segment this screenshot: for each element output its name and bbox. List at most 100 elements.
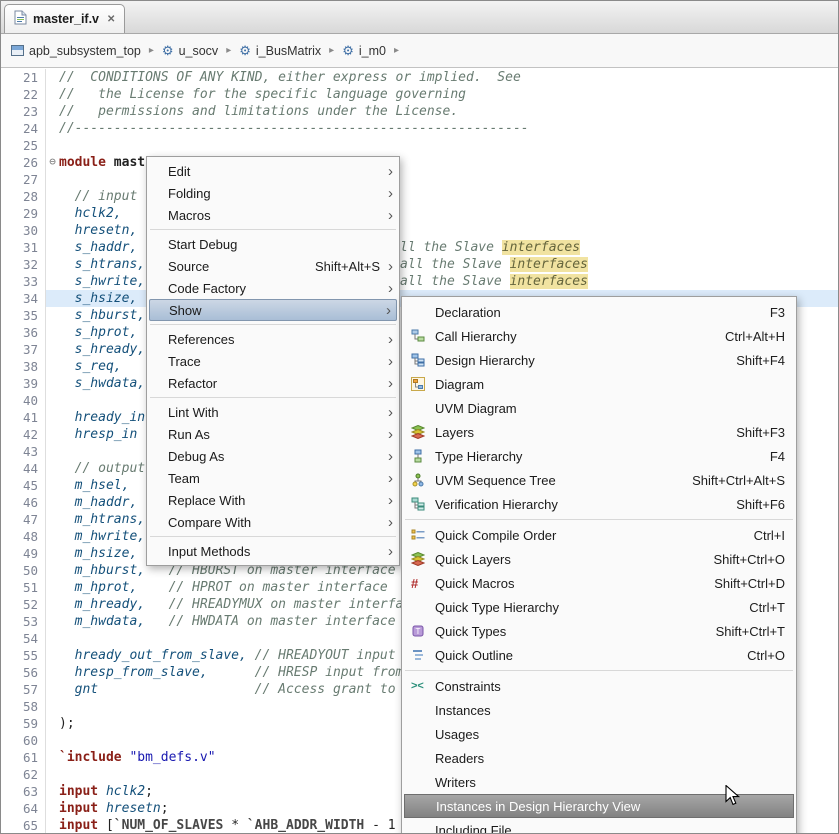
code-text[interactable]: hresetn, xyxy=(59,222,137,239)
menu-item-replace-with[interactable]: Replace With› xyxy=(148,489,398,511)
menu-item-label: Debug As xyxy=(168,449,224,464)
menu-item-run-as[interactable]: Run As› xyxy=(148,423,398,445)
breadcrumb-item-u-socv[interactable]: ⚙u_socv xyxy=(162,44,218,58)
menu-item-quick-types[interactable]: TQuick TypesShift+Ctrl+T xyxy=(403,619,795,643)
menu-item-constraints[interactable]: ><Constraints xyxy=(403,674,795,698)
breadcrumb-item-i-m0[interactable]: ⚙i_m0 xyxy=(342,44,386,58)
code-text[interactable]: m_hwrite, xyxy=(59,528,145,545)
menu-item-debug-as[interactable]: Debug As› xyxy=(148,445,398,467)
menu-item-refactor[interactable]: Refactor› xyxy=(148,372,398,394)
editor-tab[interactable]: master_if.v ✕ xyxy=(4,4,125,33)
menu-item-readers[interactable]: Readers xyxy=(403,746,795,770)
menu-item-folding[interactable]: Folding› xyxy=(148,182,398,204)
code-text[interactable]: // output xyxy=(59,460,145,477)
menu-item-quick-type-hierarchy[interactable]: Quick Type HierarchyCtrl+T xyxy=(403,595,795,619)
code-text[interactable]: input hclk2; xyxy=(59,783,153,800)
menu-shortcut: F3 xyxy=(770,305,785,320)
code-text[interactable]: // permissions and limitations under the… xyxy=(59,103,458,120)
code-text[interactable]: // CONDITIONS OF ANY KIND, either expres… xyxy=(59,69,521,86)
breadcrumb-item-apb-subsystem-top[interactable]: apb_subsystem_top xyxy=(11,44,141,58)
code-text[interactable]: hresp_in xyxy=(59,426,137,443)
menu-item-lint-with[interactable]: Lint With› xyxy=(148,401,398,423)
design-icon xyxy=(11,45,24,56)
fold-collapse-icon[interactable]: ⊖ xyxy=(46,154,59,171)
code-text[interactable]: // the License for the specific language… xyxy=(59,86,466,103)
code-text[interactable]: s_hready, xyxy=(59,341,145,358)
menu-item-source[interactable]: SourceShift+Alt+S› xyxy=(148,255,398,277)
breadcrumb-item-i-busmatrix[interactable]: ⚙i_BusMatrix xyxy=(239,44,321,58)
code-text[interactable]: m_hready, // HREADYMUX on master interfa… xyxy=(59,596,419,613)
code-text[interactable]: m_hsel, xyxy=(59,477,129,494)
code-text[interactable]: m_hsize, xyxy=(59,545,137,562)
tab-close-icon[interactable]: ✕ xyxy=(107,14,115,25)
menu-item-show[interactable]: Show› xyxy=(149,299,397,321)
code-text[interactable]: hready_in xyxy=(59,409,145,426)
line-number: 24 xyxy=(1,120,46,137)
line-number: 63 xyxy=(1,783,46,800)
submenu-arrow-icon: › xyxy=(378,303,391,318)
menu-item-declaration[interactable]: DeclarationF3 xyxy=(403,300,795,324)
code-text[interactable]: ); xyxy=(59,715,75,732)
line-number: 31 xyxy=(1,239,46,256)
line-number: 57 xyxy=(1,681,46,698)
mouse-cursor xyxy=(725,785,743,809)
code-text[interactable]: input hresetn; xyxy=(59,800,169,817)
menu-item-label: References xyxy=(168,332,234,347)
fold-margin xyxy=(46,460,59,477)
menu-item-edit[interactable]: Edit› xyxy=(148,160,398,182)
code-text[interactable]: input [`NUM_OF_SLAVES * `AHB_ADDR_WIDTH … xyxy=(59,817,396,834)
code-text[interactable]: s_hsize, xyxy=(59,290,137,307)
code-text[interactable]: hresp_from_slave, // HRESP input from sl… xyxy=(59,664,450,681)
code-text[interactable]: s_hwdata, xyxy=(59,375,145,392)
code-text[interactable]: gnt // Access grant to master xyxy=(59,681,450,698)
code-text[interactable]: module mast xyxy=(59,154,145,171)
code-text[interactable]: s_haddr, xyxy=(59,239,137,256)
menu-item-instances[interactable]: Instances xyxy=(403,698,795,722)
breadcrumb-arrow-icon: ▸ xyxy=(149,45,154,56)
menu-item-quick-outline[interactable]: Quick OutlineCtrl+O xyxy=(403,643,795,667)
menu-item-quick-macros[interactable]: #Quick MacrosShift+Ctrl+D xyxy=(403,571,795,595)
code-text[interactable]: s_hprot, xyxy=(59,324,137,341)
code-text[interactable]: `include "bm_defs.v" xyxy=(59,749,216,766)
submenu-arrow-icon: › xyxy=(380,259,393,274)
code-text[interactable]: m_htrans, xyxy=(59,511,145,528)
submenu-arrow-icon: › xyxy=(380,208,393,223)
menu-item-including-file[interactable]: Including File xyxy=(403,818,795,834)
code-text[interactable]: s_hburst, xyxy=(59,307,145,324)
code-text[interactable]: m_hprot, // HPROT on master interface xyxy=(59,579,388,596)
code-text[interactable]: // input xyxy=(59,188,137,205)
fold-margin xyxy=(46,324,59,341)
code-text[interactable]: s_htrans, xyxy=(59,256,145,273)
code-text[interactable]: hclk2, xyxy=(59,205,122,222)
menu-item-call-hierarchy[interactable]: Call HierarchyCtrl+Alt+H xyxy=(403,324,795,348)
menu-item-layers[interactable]: LayersShift+F3 xyxy=(403,420,795,444)
line-number: 40 xyxy=(1,392,46,409)
menu-item-uvm-diagram[interactable]: UVM Diagram xyxy=(403,396,795,420)
menu-item-macros[interactable]: Macros› xyxy=(148,204,398,226)
menu-item-diagram[interactable]: Diagram xyxy=(403,372,795,396)
menu-item-compare-with[interactable]: Compare With› xyxy=(148,511,398,533)
line-number: 45 xyxy=(1,477,46,494)
code-text[interactable]: m_hwdata, // HWDATA on master interface xyxy=(59,613,396,630)
menu-item-references[interactable]: References› xyxy=(148,328,398,350)
code-text[interactable]: m_haddr, xyxy=(59,494,137,511)
menu-item-input-methods[interactable]: Input Methods› xyxy=(148,540,398,562)
submenu-arrow-icon: › xyxy=(380,471,393,486)
menu-item-quick-compile-order[interactable]: Quick Compile OrderCtrl+I xyxy=(403,523,795,547)
menu-item-type-hierarchy[interactable]: Type HierarchyF4 xyxy=(403,444,795,468)
code-text[interactable]: //--------------------------------------… xyxy=(59,120,529,137)
menu-item-usages[interactable]: Usages xyxy=(403,722,795,746)
menu-item-verification-hierarchy[interactable]: Verification HierarchyShift+F6 xyxy=(403,492,795,516)
code-text[interactable]: s_req, xyxy=(59,358,122,375)
menu-item-quick-layers[interactable]: Quick LayersShift+Ctrl+O xyxy=(403,547,795,571)
menu-item-start-debug[interactable]: Start Debug xyxy=(148,233,398,255)
menu-item-team[interactable]: Team› xyxy=(148,467,398,489)
menu-item-code-factory[interactable]: Code Factory› xyxy=(148,277,398,299)
menu-item-trace[interactable]: Trace› xyxy=(148,350,398,372)
code-text[interactable]: s_hwrite, xyxy=(59,273,145,290)
line-number: 37 xyxy=(1,341,46,358)
design-hierarchy-icon xyxy=(411,353,435,367)
menu-item-design-hierarchy[interactable]: Design HierarchyShift+F4 xyxy=(403,348,795,372)
menu-item-uvm-sequence-tree[interactable]: UVM Sequence TreeShift+Ctrl+Alt+S xyxy=(403,468,795,492)
menu-separator xyxy=(150,324,396,325)
